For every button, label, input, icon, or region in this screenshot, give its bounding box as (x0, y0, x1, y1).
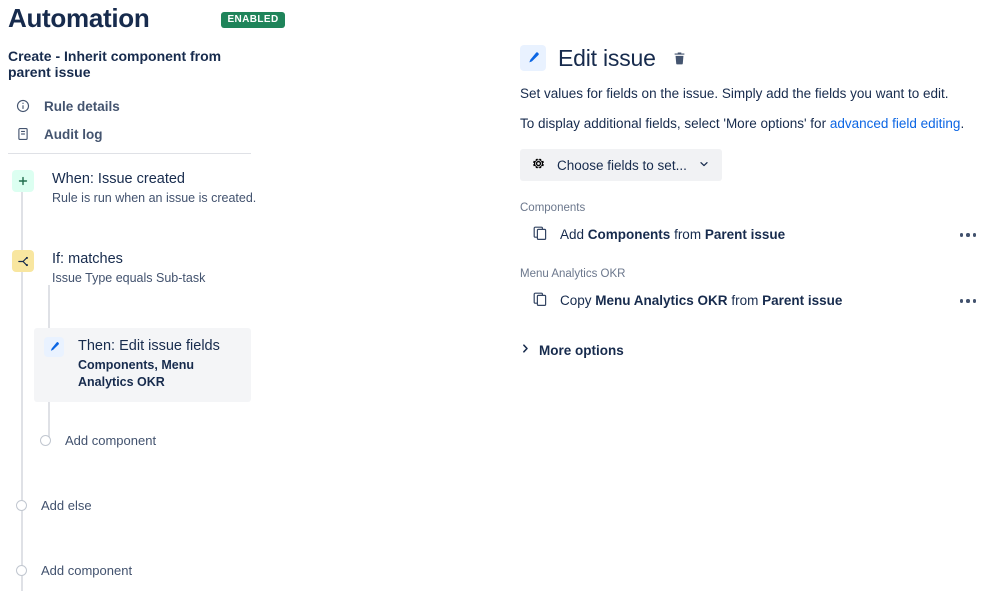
automation-rule-editor: Automation ENABLED Create - Inherit comp… (0, 0, 999, 591)
tree-node-then-selected[interactable]: Then: Edit issue fields Components, Menu… (34, 328, 251, 402)
chevron-right-icon (520, 341, 531, 359)
more-options-toggle[interactable]: More options (520, 341, 980, 359)
branch-icon (12, 250, 34, 272)
sidebar-item-audit-log[interactable]: Audit log (8, 120, 248, 148)
audit-log-icon (16, 127, 30, 141)
field-description: Copy Menu Analytics OKR from Parent issu… (560, 292, 842, 310)
sidebar-header: Automation ENABLED (8, 2, 285, 34)
field-label: Components (520, 202, 586, 214)
field-connector: from (674, 227, 702, 242)
choose-fields-button[interactable]: Choose fields to set... (520, 149, 722, 181)
field-group-components: Components Add Components from Parent is… (520, 201, 980, 247)
field-source: Parent issue (704, 227, 786, 242)
sidebar-item-rule-details[interactable]: Rule details (8, 92, 248, 120)
panel-description-secondary: To display additional fields, select 'Mo… (520, 115, 980, 133)
page-title: Automation (8, 3, 150, 33)
more-menu-icon[interactable] (956, 295, 981, 307)
field-name: Components (587, 227, 671, 242)
field-label: Menu Analytics OKR (520, 268, 626, 280)
tree-node-when[interactable]: When: Issue created Rule is run when an … (12, 170, 256, 207)
sidebar-item-label: Rule details (44, 98, 120, 114)
add-component-outer-button[interactable]: Add component (16, 563, 132, 578)
tree-node-subtitle: Components, Menu Analytics OKR (78, 358, 194, 389)
add-component-label: Add component (65, 433, 157, 448)
panel-description-primary: Set values for fields on the issue. Simp… (520, 86, 949, 101)
pencil-icon (44, 337, 64, 357)
add-component-label: Add component (41, 563, 133, 578)
choose-fields-label: Choose fields to set... (557, 157, 687, 173)
field-action: Copy (560, 293, 592, 308)
connector-circle-icon (16, 565, 27, 576)
connector-circle-icon (16, 500, 27, 511)
add-else-label: Add else (41, 498, 92, 513)
status-badge: ENABLED (221, 12, 285, 28)
plus-icon (12, 170, 34, 192)
field-connector: from (731, 293, 759, 308)
add-else-button[interactable]: Add else (16, 498, 92, 513)
sidebar-item-label: Audit log (44, 126, 103, 142)
more-options-label: More options (539, 342, 624, 358)
tree-node-if[interactable]: If: matches Issue Type equals Sub-task (12, 250, 205, 287)
panel-header: Edit issue (520, 44, 980, 72)
copy-icon (532, 291, 548, 312)
chevron-down-icon (698, 158, 710, 173)
field-name: Menu Analytics OKR (595, 293, 728, 308)
tree-node-title: Then: Edit issue fields (78, 338, 220, 354)
rule-sidebar: Automation ENABLED Create - Inherit comp… (0, 0, 285, 591)
gear-icon (531, 156, 546, 174)
tree-node-title: When: Issue created (52, 171, 185, 187)
sidebar-nav: Rule details Audit log (8, 92, 248, 148)
advanced-field-editing-link[interactable]: advanced field editing (830, 116, 961, 131)
info-icon (16, 99, 30, 113)
field-source: Parent issue (762, 293, 843, 308)
field-action: Add (560, 227, 585, 242)
connector-circle-icon (40, 435, 51, 446)
field-description: Add Components from Parent issue (560, 226, 785, 244)
description-suffix: . (960, 116, 965, 131)
more-menu-icon[interactable] (956, 229, 981, 241)
tree-node-subtitle: Issue Type equals Sub-task (52, 271, 206, 285)
trash-icon[interactable] (670, 48, 690, 68)
tree-node-title: If: matches (52, 251, 123, 267)
field-row[interactable]: Add Components from Parent issue (520, 223, 980, 247)
copy-icon (532, 225, 548, 246)
field-row[interactable]: Copy Menu Analytics OKR from Parent issu… (520, 289, 980, 313)
pencil-icon (520, 45, 546, 71)
description-prefix: To display additional fields, select 'Mo… (520, 116, 830, 131)
field-group-menu-analytics-okr: Menu Analytics OKR Copy Menu Analytics O… (520, 267, 980, 313)
add-component-inner-button[interactable]: Add component (40, 433, 156, 448)
tree-trunk-line (21, 183, 23, 591)
sidebar-divider (8, 153, 251, 154)
panel-title: Edit issue (558, 45, 656, 71)
component-detail-panel: Edit issue Set values for fields on the … (520, 0, 980, 359)
rule-name: Create - Inherit component from parent i… (8, 48, 222, 80)
tree-node-subtitle: Rule is run when an issue is created. (52, 191, 257, 205)
